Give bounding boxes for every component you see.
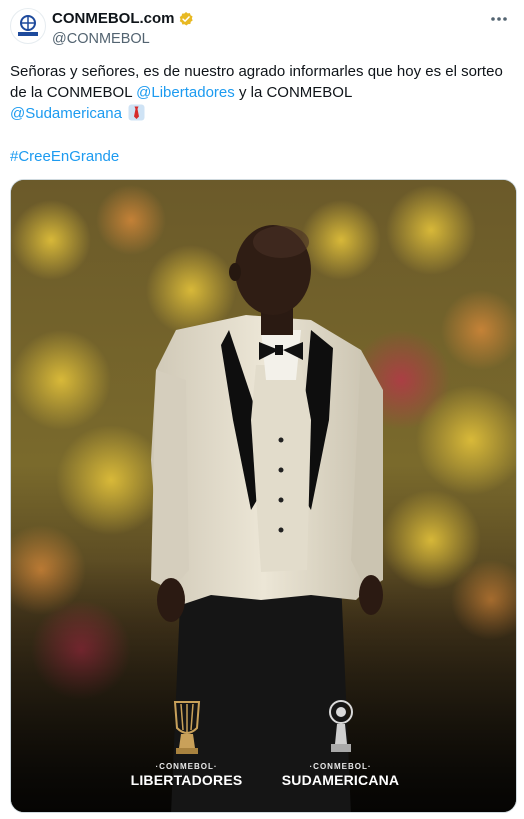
author-avatar[interactable] xyxy=(10,8,46,44)
tweet-card[interactable]: CONMEBOL.com @CONMEBOL Señoras y señores… xyxy=(0,0,524,819)
hashtag-link[interactable]: #CreeEnGrande xyxy=(10,146,119,167)
mention-libertadores[interactable]: @Libertadores xyxy=(136,84,235,101)
libertadores-logo: ·CONMEBOL· LIBERTADORES xyxy=(127,698,247,798)
sudamericana-logo: ·CONMEBOL· SUDAMERICANA xyxy=(281,698,401,798)
author-display-name[interactable]: CONMEBOL.com xyxy=(52,10,175,28)
author-names: CONMEBOL.com @CONMEBOL xyxy=(52,10,194,48)
sudamericana-org-label: ·CONMEBOL· xyxy=(309,762,372,771)
mention-sudamericana[interactable]: @Sudamericana xyxy=(10,105,122,122)
conmebol-logo-icon xyxy=(18,15,38,36)
sudamericana-label: SUDAMERICANA xyxy=(281,772,400,788)
ellipsis-icon xyxy=(491,17,507,21)
sudamericana-trophy-icon xyxy=(328,700,353,752)
tweet-text: Señoras y señores, es de nuestro agrado … xyxy=(10,61,510,124)
necktie-emoji-icon xyxy=(128,104,145,121)
tweet-media-image[interactable]: ·CONMEBOL· LIBERTADORES ·CONMEBOL· SUDAM… xyxy=(10,179,517,813)
verified-badge-icon[interactable] xyxy=(178,11,194,27)
libertadores-trophy-icon xyxy=(173,701,200,754)
author-handle[interactable]: @CONMEBOL xyxy=(52,30,194,48)
more-options-button[interactable] xyxy=(488,10,510,28)
tournament-logos: ·CONMEBOL· LIBERTADORES ·CONMEBOL· SUDAM… xyxy=(11,698,516,798)
tweet-text-part2: y la CONMEBOL xyxy=(234,84,353,101)
libertadores-org-label: ·CONMEBOL· xyxy=(155,762,218,771)
libertadores-label: LIBERTADORES xyxy=(130,772,243,788)
